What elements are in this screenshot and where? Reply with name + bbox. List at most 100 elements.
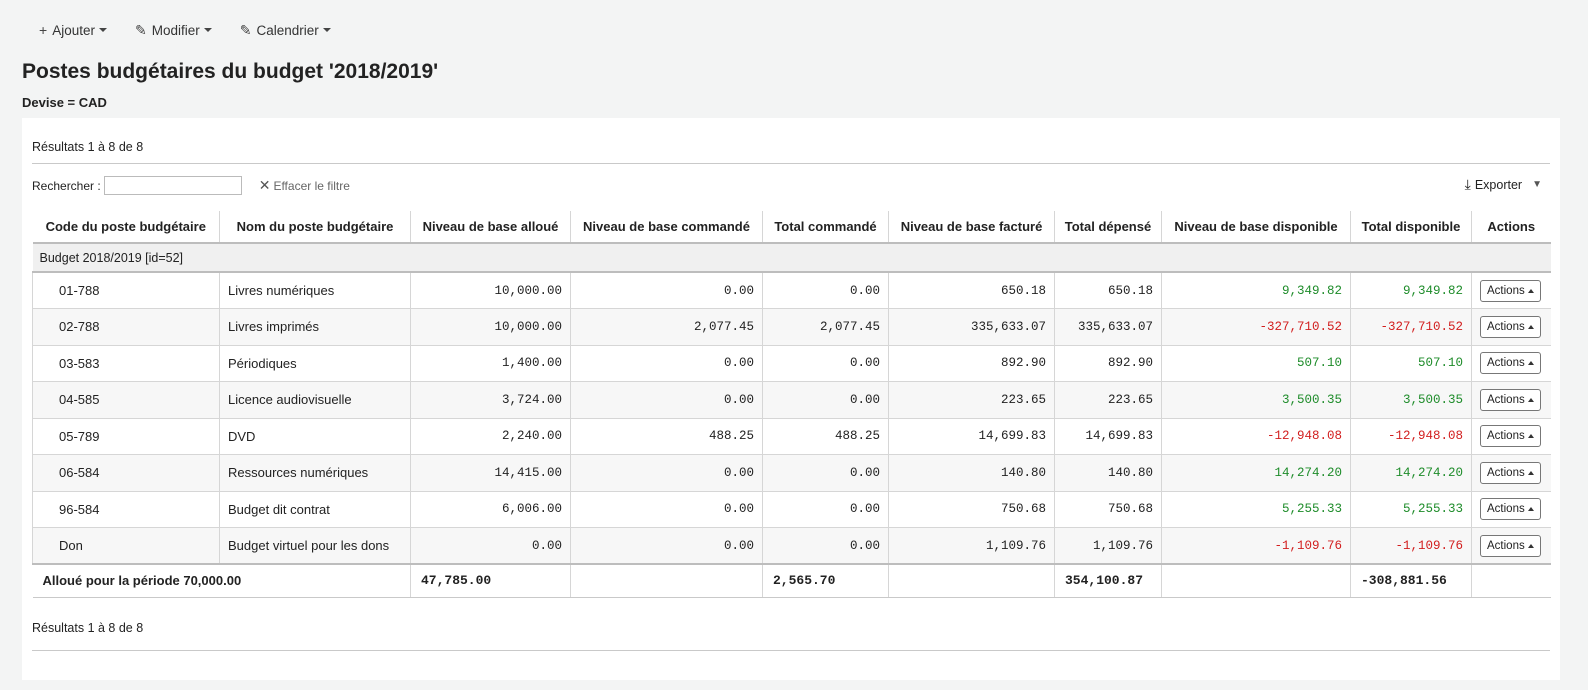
actions-button[interactable]: Actions [1480,279,1541,302]
clear-filter-button[interactable]: ✕ Effacer le filtre [259,177,350,194]
table-row: 01-788 Livres numériques 10,000.00 0.00 0.00… [32,272,1551,309]
caret-up-icon [1527,361,1534,366]
total-spent-cell: 892.90 [1054,345,1162,382]
total-empty [1471,563,1551,598]
currency-info: Devise = CAD [22,95,107,110]
fund-name-cell: Ressources numériques [219,454,411,492]
base-ordered-cell: 0.00 [570,527,763,565]
base-invoiced-cell: 1,109.76 [888,527,1055,565]
table-row: 03-583 Périodiques 1,400.00 0.00 0.00 892.90 8… [32,345,1551,382]
search-row: Rechercher : ✕ Effacer le filtre [32,176,350,195]
divider [32,650,1550,651]
download-icon: ⤓ [1464,176,1471,192]
total-ordered-cell: 2,077.45 [762,308,889,346]
actions-cell: Actions [1471,272,1551,309]
header-fund-code[interactable]: Code du poste budgétaire [32,211,220,244]
add-dropdown-button[interactable]: + Ajouter [37,18,121,42]
actions-label: Actions [1487,357,1525,370]
chevron-down-icon: ▼ [1532,179,1542,190]
export-button[interactable]: ⤓ Exporter ▼ [1465,176,1542,193]
total-available-cell: 9,349.82 [1350,272,1472,309]
actions-button[interactable]: Actions [1480,315,1541,338]
header-base-allocated[interactable]: Niveau de base alloué [410,211,571,244]
total-spent-cell: 750.68 [1054,491,1162,528]
actions-button[interactable]: Actions [1480,461,1541,484]
header-total-available[interactable]: Total disponible [1350,211,1472,244]
page-title: Postes budgétaires du budget '2018/2019' [22,60,439,83]
close-icon: ✕ [258,177,271,193]
actions-label: Actions [1487,466,1525,479]
table-row: 04-585 Licence audiovisuelle 3,724.00 0.00 0… [32,381,1551,419]
total-available-cell: 5,255.33 [1350,491,1472,528]
base-allocated-cell: 1,400.00 [410,345,571,382]
total-ordered-cell: 0.00 [762,345,889,382]
base-available-cell: -327,710.52 [1161,308,1351,346]
actions-label: Actions [1487,539,1525,552]
fund-name-cell: Licence audiovisuelle [219,381,411,419]
total-ordered-cell: 0.00 [762,491,889,528]
actions-button[interactable]: Actions [1480,388,1541,411]
actions-cell: Actions [1471,527,1551,565]
actions-label: Actions [1487,430,1525,443]
table-row: 02-788 Livres imprimés 10,000.00 2,077.45 2,… [32,308,1551,346]
base-invoiced-cell: 650.18 [888,272,1055,309]
header-actions: Actions [1471,211,1551,244]
header-fund-name[interactable]: Nom du poste budgétaire [219,211,411,244]
caret-up-icon [1527,324,1534,329]
header-base-available[interactable]: Niveau de base disponible [1161,211,1351,244]
actions-button[interactable]: Actions [1480,425,1541,448]
total-spent-cell: 140.80 [1054,454,1162,492]
total-spent-cell: 14,699.83 [1054,418,1162,455]
base-invoiced-cell: 140.80 [888,454,1055,492]
header-base-invoiced[interactable]: Niveau de base facturé [888,211,1055,244]
actions-cell: Actions [1471,381,1551,419]
caret-up-icon [1527,470,1534,475]
caret-down-icon [98,28,107,32]
base-invoiced-cell: 223.65 [888,381,1055,419]
header-total-ordered[interactable]: Total commandé [762,211,889,244]
base-allocated-cell: 6,006.00 [410,491,571,528]
actions-label: Actions [1487,284,1525,297]
base-ordered-cell: 0.00 [570,345,763,382]
total-allocated: 47,785.00 [410,563,571,598]
fund-table-panel: Résultats 1 à 8 de 8 Rechercher : ✕ Effa… [22,118,1560,680]
total-available: -308,881.56 [1350,563,1472,598]
add-label: Ajouter [52,22,95,38]
total-empty [888,563,1055,598]
base-ordered-cell: 488.25 [570,418,763,455]
actions-cell: Actions [1471,491,1551,528]
actions-button[interactable]: Actions [1480,498,1541,521]
base-ordered-cell: 2,077.45 [570,308,763,346]
totals-row: Alloué pour la période 70,000.00 47,785.… [32,563,1551,598]
base-allocated-cell: 10,000.00 [410,272,571,309]
caret-down-icon [322,28,331,32]
table-header-row: Code du poste budgétaire Nom du poste bu… [32,211,1551,244]
caret-up-icon [1527,397,1534,402]
total-ordered-cell: 0.00 [762,381,889,419]
total-spent-cell: 223.65 [1054,381,1162,419]
fund-code-cell: Don [32,527,220,565]
total-empty [1161,563,1351,598]
total-available-cell: 507.10 [1350,345,1472,382]
header-base-ordered[interactable]: Niveau de base commandé [570,211,763,244]
pencil-icon: ✎ [239,21,252,38]
base-available-cell: -1,109.76 [1161,527,1351,565]
table-row: Don Budget virtuel pour les dons 0.00 0.00 0… [32,527,1551,565]
actions-button[interactable]: Actions [1480,352,1541,375]
total-spent-cell: 335,633.07 [1054,308,1162,346]
calendar-dropdown-button[interactable]: ✎ Calendrier [238,18,345,42]
actions-button[interactable]: Actions [1480,534,1541,557]
edit-dropdown-button[interactable]: ✎ Modifier [133,18,226,42]
base-allocated-cell: 14,415.00 [410,454,571,492]
results-info-top: Résultats 1 à 8 de 8 [32,140,144,154]
pencil-icon: ✎ [134,21,147,38]
total-available-cell: 3,500.35 [1350,381,1472,419]
header-total-spent[interactable]: Total dépensé [1054,211,1162,244]
total-ordered: 2,565.70 [762,563,889,598]
search-input[interactable] [103,176,242,195]
fund-code-cell: 96-584 [32,491,220,528]
total-ordered-cell: 0.00 [762,272,889,309]
fund-name-cell: DVD [219,418,411,455]
currency-value: CAD [78,95,107,110]
total-available-cell: -1,109.76 [1350,527,1472,565]
